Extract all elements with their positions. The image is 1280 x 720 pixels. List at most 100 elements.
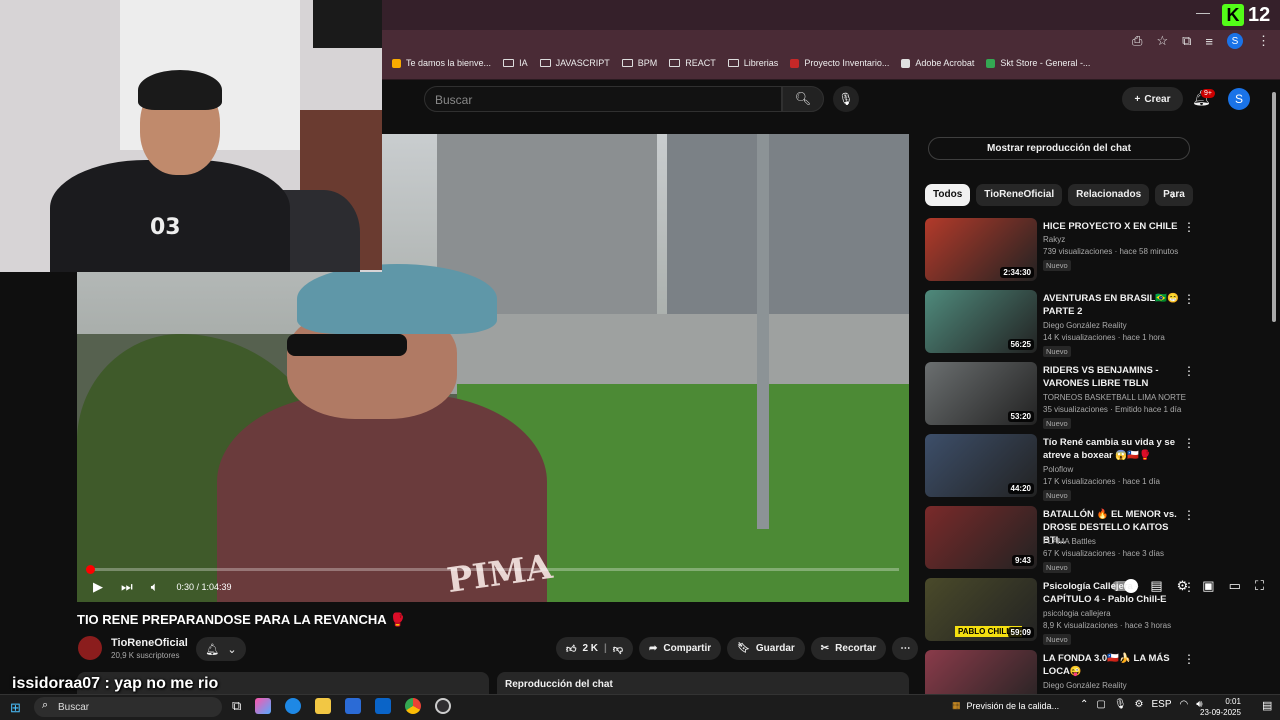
more-options-icon[interactable]: ⋮ xyxy=(1183,436,1195,450)
task-view-icon[interactable]: ⧉ xyxy=(232,698,241,714)
copilot-icon[interactable] xyxy=(255,698,272,714)
chrome-icon[interactable] xyxy=(405,698,422,714)
microphone-icon[interactable]: 🎙︎ xyxy=(1114,699,1127,710)
star-icon[interactable]: ☆ xyxy=(1156,33,1168,49)
bookmark-item[interactable]: IA xyxy=(503,58,528,68)
user-avatar[interactable]: S xyxy=(1228,88,1250,110)
obs-icon[interactable] xyxy=(435,698,452,714)
recommended-video-title[interactable]: AVENTURAS EN BRASIL🇧🇷😁 PARTE 2 xyxy=(1043,292,1183,318)
chevron-up-icon[interactable]: ⌃ xyxy=(1080,699,1088,710)
next-icon[interactable]: ⏭ xyxy=(121,579,133,595)
more-options-icon[interactable]: ⋮ xyxy=(1183,508,1195,522)
filter-chip[interactable]: Relacionados xyxy=(1068,184,1150,206)
recommended-video-channel[interactable]: Rakyz xyxy=(1043,235,1065,244)
more-options-icon[interactable]: ⋮ xyxy=(1183,580,1195,594)
channel-name[interactable]: TioReneOficial xyxy=(111,637,188,649)
edge-icon[interactable] xyxy=(285,698,302,714)
video-thumbnail[interactable]: 56:25 xyxy=(925,290,1037,353)
fullscreen-icon[interactable]: ⛶ xyxy=(1255,578,1264,594)
more-options-icon[interactable]: ⋮ xyxy=(1183,220,1195,234)
progress-bar[interactable] xyxy=(87,568,899,571)
recommended-video[interactable]: PABLO CHILL-E 59:09 Psicología Callejera -… xyxy=(925,578,1195,645)
settings-icon[interactable]: ⚙ xyxy=(1135,699,1144,710)
recommended-video-title[interactable]: LA FONDA 3.0🇨🇱🍌 LA MÁS LOCA😜 xyxy=(1043,652,1183,678)
minimize-icon[interactable]: — xyxy=(1196,4,1210,20)
video-thumbnail[interactable]: 2:34:30 xyxy=(925,218,1037,281)
recommended-video-channel[interactable]: Poloflow xyxy=(1043,465,1073,474)
recommended-video-channel[interactable]: Diego González Reality xyxy=(1043,681,1127,690)
bookmark-item[interactable]: Adobe Acrobat xyxy=(901,58,974,68)
recommended-video-channel[interactable]: TORNEOS BASKETBALL LIMA NORTE xyxy=(1043,393,1186,402)
recommended-video-channel[interactable]: Diego González Reality xyxy=(1043,321,1127,330)
recommended-video-title[interactable]: RIDERS VS BENJAMINS - VARONES LIBRE TBLN xyxy=(1043,364,1183,390)
more-actions-button[interactable]: ⋯ xyxy=(892,637,919,660)
video-thumbnail[interactable]: PABLO CHILL-E 59:09 xyxy=(925,578,1037,641)
search-input[interactable]: Buscar xyxy=(424,86,782,112)
more-options-icon[interactable]: ⋮ xyxy=(1183,364,1195,378)
taskbar-search[interactable]: Buscar xyxy=(34,697,222,717)
subscription-bell-button[interactable]: 🔔︎ ⌄ xyxy=(196,637,246,661)
recommended-video-title[interactable]: Psicología Callejera - CAPÍTULO 4 - Pabl… xyxy=(1043,580,1183,606)
recommended-video-channel[interactable]: FLAMA Battles xyxy=(1043,537,1096,546)
bookmark-item[interactable]: Librerias xyxy=(727,58,778,68)
browser-profile-avatar[interactable]: S xyxy=(1227,33,1243,49)
show-chat-replay-button[interactable]: Mostrar reproducción del chat xyxy=(928,137,1190,160)
recommended-video-channel[interactable]: psicologia callejera xyxy=(1043,609,1111,618)
filter-chip[interactable]: TioReneOficial xyxy=(976,184,1063,206)
volume-icon[interactable]: 🔈︎ xyxy=(151,579,159,595)
notifications-badge: 9+ xyxy=(1201,89,1215,98)
recommended-video[interactable]: 44:20 Tío René cambia su vida y se atreve… xyxy=(925,434,1195,501)
store-icon[interactable] xyxy=(345,698,362,714)
more-options-icon[interactable]: ⋮ xyxy=(1183,652,1195,666)
recommended-video[interactable]: 2:34:30 HICE PROYECTO X EN CHILE Rakyz 739 … xyxy=(925,218,1195,282)
clip-label: Recortar xyxy=(835,643,877,654)
bookmark-item[interactable]: BPM xyxy=(621,58,657,68)
extensions-icon[interactable]: ⧉ xyxy=(1182,33,1191,49)
voice-search-button[interactable]: 🎙︎ xyxy=(833,86,859,112)
more-options-icon[interactable]: ⋮ xyxy=(1183,292,1195,306)
cast-icon[interactable]: ⎙ xyxy=(1132,33,1142,49)
language-label[interactable]: ESP xyxy=(1152,699,1172,710)
video-thumbnail[interactable]: 44:20 xyxy=(925,434,1037,497)
bookmark-item[interactable]: JAVASCRIPT xyxy=(539,58,610,68)
notifications-icon[interactable]: ▤ xyxy=(1262,699,1272,712)
taskbar-clock[interactable]: 0:01 23-09-2025 xyxy=(1200,696,1241,718)
windows-start-icon[interactable]: ⊞ xyxy=(10,700,21,716)
filter-chip[interactable]: Todos xyxy=(925,184,971,206)
search-button[interactable]: 🔍︎ xyxy=(782,86,824,112)
file-explorer-icon[interactable] xyxy=(315,698,332,714)
share-button[interactable]: ➦ Compartir xyxy=(638,637,722,660)
wifi-icon[interactable]: ◠ xyxy=(1180,699,1189,710)
tray-app-icon[interactable]: ▢ xyxy=(1096,699,1105,710)
channel-avatar[interactable] xyxy=(78,636,102,660)
video-duration: 59:09 xyxy=(1007,627,1034,638)
kebab-menu-icon[interactable]: ⋮ xyxy=(1257,33,1270,49)
like-button[interactable]: 👍︎ 2 K | 👎︎ xyxy=(556,637,633,660)
page-scrollbar[interactable] xyxy=(1272,92,1276,322)
bookmark-item[interactable]: Te damos la bienve... xyxy=(392,58,491,68)
recommended-video-title[interactable]: HICE PROYECTO X EN CHILE xyxy=(1043,220,1183,233)
bookmark-item[interactable]: Proyecto Inventario... xyxy=(790,58,889,68)
bookmark-item[interactable]: REACT xyxy=(669,58,716,68)
recommended-video[interactable]: 56:25 AVENTURAS EN BRASIL🇧🇷😁 PARTE 2 Diego… xyxy=(925,290,1195,357)
taskbar-weather[interactable]: ▦ Previsión de la calida... xyxy=(952,700,1059,711)
recommended-video[interactable]: 9:43 BATALLÓN 🔥 EL MENOR vs. DROSE DESTEL… xyxy=(925,506,1195,573)
chevron-right-icon[interactable]: › xyxy=(1171,188,1175,202)
video-thumbnail[interactable]: 53:20 xyxy=(925,362,1037,425)
outlook-icon[interactable] xyxy=(375,698,392,714)
create-button[interactable]: + Crear xyxy=(1122,87,1183,111)
theater-mode-icon[interactable]: ▭ xyxy=(1229,578,1241,594)
play-icon[interactable]: ▶ xyxy=(93,579,103,595)
new-badge: Nuevo xyxy=(1043,562,1071,573)
bookmark-item[interactable]: Skt Store - General -... xyxy=(986,58,1090,68)
save-button[interactable]: 🔖︎ Guardar xyxy=(727,637,805,660)
playlist-icon[interactable]: ≡ xyxy=(1205,34,1213,49)
recommended-video-title[interactable]: Tío René cambia su vida y se atreve a bo… xyxy=(1043,436,1183,462)
video-thumbnail[interactable]: 9:43 xyxy=(925,506,1037,569)
clip-button[interactable]: ✂ Recortar xyxy=(810,637,887,660)
plus-icon: + xyxy=(1134,93,1141,105)
recommended-video[interactable]: 53:20 RIDERS VS BENJAMINS - VARONES LIBRE… xyxy=(925,362,1195,429)
chat-replay-panel-header[interactable]: Reproducción del chat xyxy=(497,672,909,694)
miniplayer-icon[interactable]: ▣ xyxy=(1202,578,1214,594)
thumbs-down-icon[interactable]: 👎︎ xyxy=(613,643,623,655)
